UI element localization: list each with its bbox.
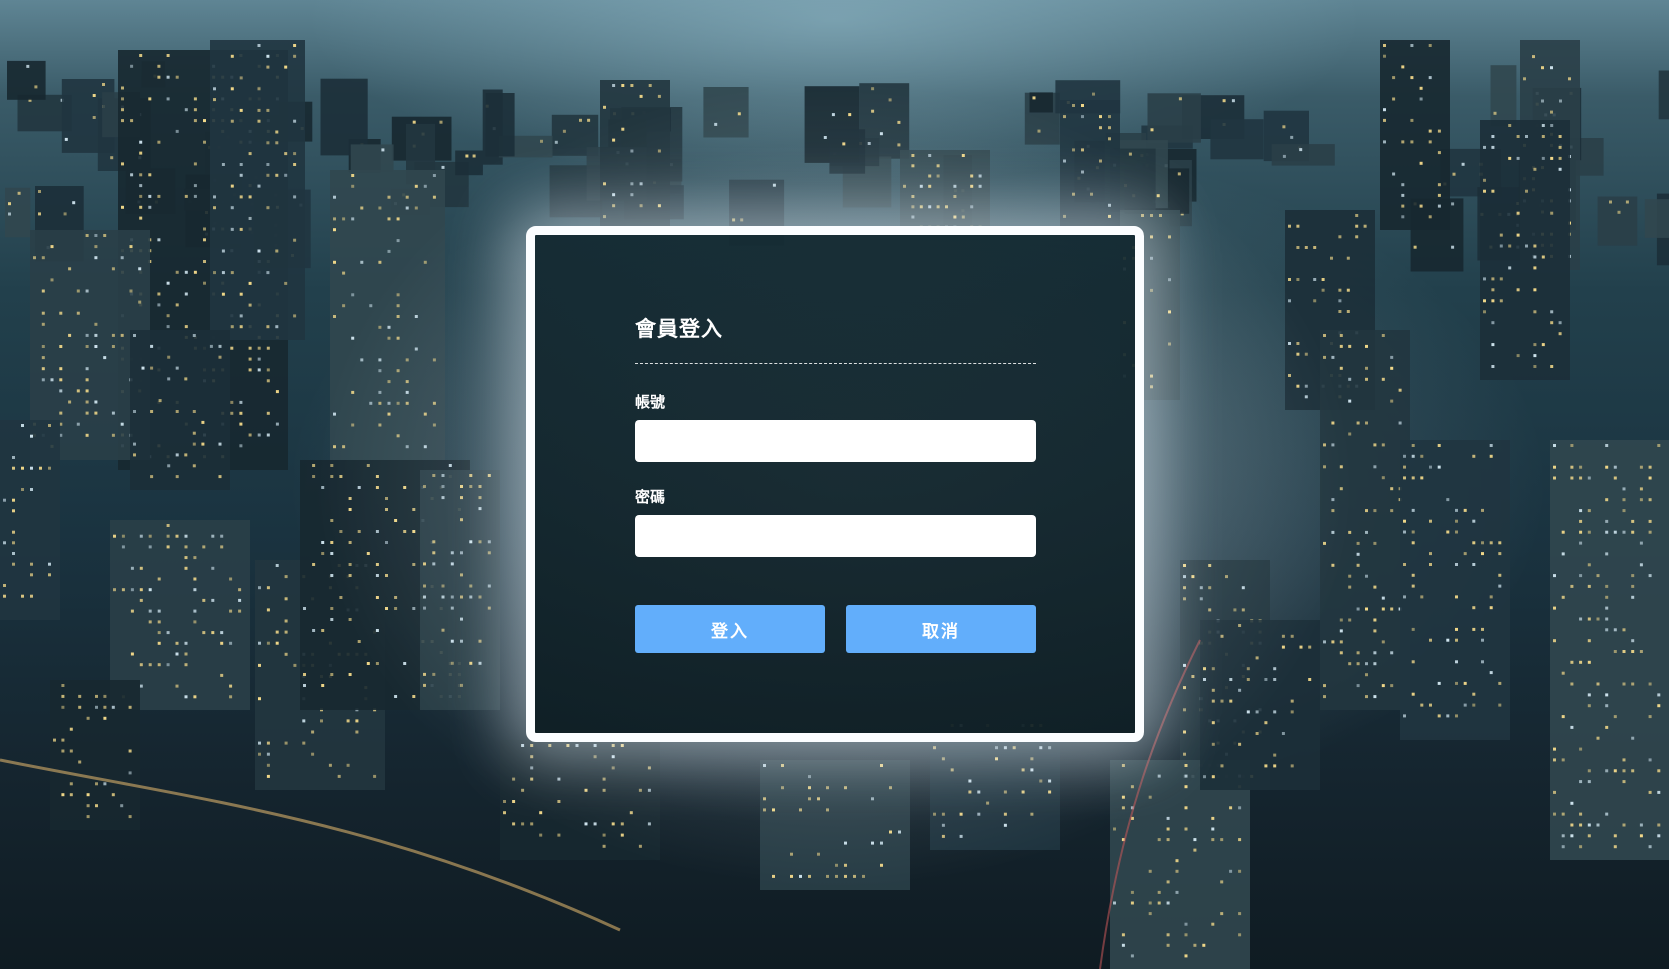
login-title: 會員登入	[635, 317, 723, 341]
password-input[interactable]	[635, 515, 1036, 557]
account-input[interactable]	[635, 420, 1036, 462]
password-label: 密碼	[635, 488, 666, 506]
cancel-button[interactable]: 取消	[846, 605, 1036, 653]
form-actions: 登入 取消	[635, 605, 1036, 653]
title-divider	[635, 363, 1036, 364]
login-dialog: 會員登入 帳號 密碼 登入 取消	[526, 226, 1144, 742]
account-label: 帳號	[635, 393, 666, 411]
login-button[interactable]: 登入	[635, 605, 825, 653]
login-form: 會員登入 帳號 密碼 登入 取消	[635, 315, 1036, 653]
